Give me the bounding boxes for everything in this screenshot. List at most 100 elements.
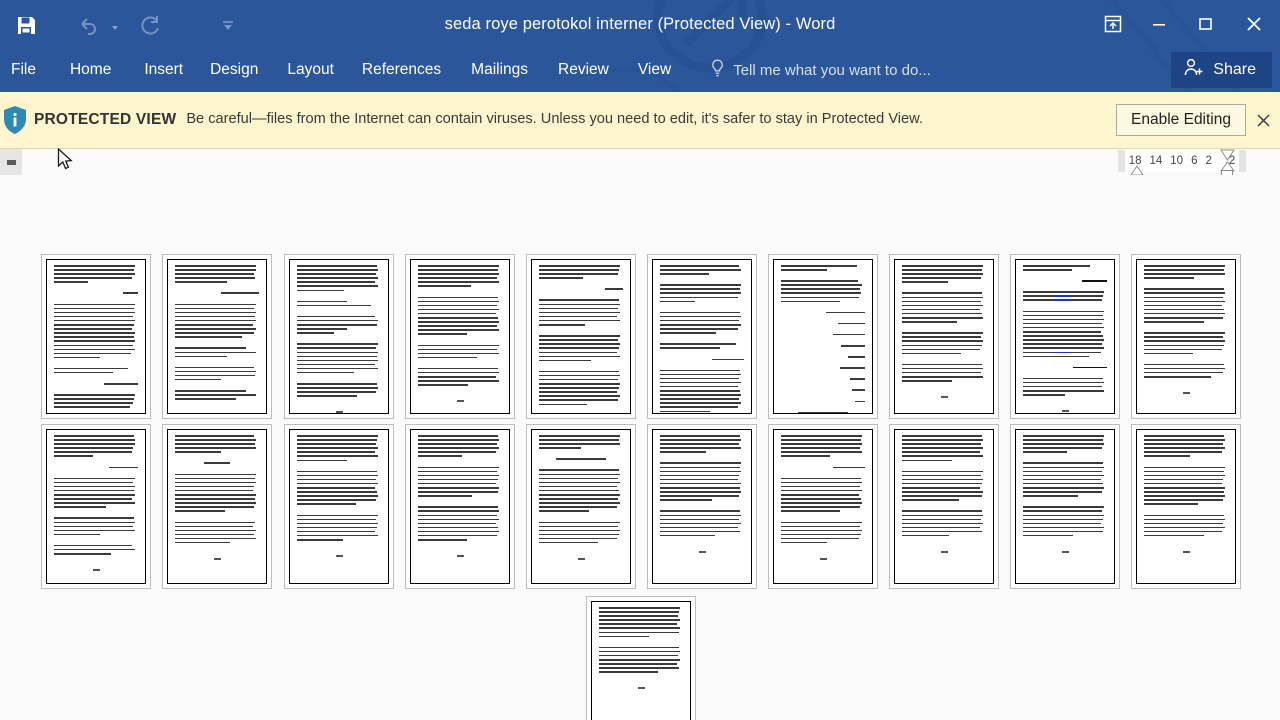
page-thumbnail[interactable] [41, 254, 151, 419]
page-thumbnail[interactable] [284, 254, 394, 419]
tab-stop-selector[interactable] [0, 149, 22, 175]
text-line [1023, 439, 1103, 441]
tab-insert[interactable]: Insert [144, 48, 183, 92]
text-line [54, 506, 107, 508]
text-line [54, 406, 130, 408]
text-line [1144, 300, 1225, 303]
tab-references[interactable]: References [362, 48, 441, 92]
text-line [833, 333, 865, 336]
text-line [54, 315, 133, 318]
tab-mailings[interactable]: Mailings [471, 48, 528, 92]
text-line [175, 281, 228, 283]
tab-view[interactable]: View [638, 48, 671, 92]
text-line [1144, 348, 1223, 351]
text-line [175, 529, 256, 532]
redo-icon[interactable] [130, 5, 170, 45]
text-line [902, 534, 950, 537]
tab-file[interactable]: File [11, 48, 36, 92]
ribbon-display-options-icon[interactable] [1090, 1, 1136, 47]
ribbon-tab-bar[interactable]: File Home Insert Design Layout Reference… [0, 48, 1280, 92]
text-line [175, 347, 246, 349]
page-thumbnail[interactable] [526, 424, 636, 589]
text-line [54, 548, 135, 551]
page-number-mark [456, 400, 464, 402]
tell-me-box[interactable]: Tell me what you want to do... [710, 48, 931, 92]
text-line [539, 359, 592, 362]
text-line [902, 273, 984, 275]
save-icon[interactable] [6, 5, 46, 45]
page-thumbnail[interactable] [284, 424, 394, 589]
text-line [418, 352, 500, 355]
text-line [54, 443, 136, 445]
window-controls[interactable] [1090, 0, 1280, 48]
text-line [604, 288, 623, 290]
text-line [902, 321, 958, 323]
minimize-icon[interactable] [1136, 1, 1182, 47]
tab-review[interactable]: Review [558, 48, 609, 92]
restore-icon[interactable] [1182, 1, 1228, 47]
text-line [902, 304, 983, 307]
page-thumbnail[interactable] [162, 254, 272, 419]
page-thumbnail[interactable] [1131, 424, 1241, 589]
text-line [539, 399, 618, 401]
text-line [781, 541, 828, 544]
text-line [781, 455, 830, 457]
page-thumbnail[interactable] [768, 254, 878, 419]
page-thumbnail[interactable] [586, 596, 696, 720]
text-line [175, 315, 255, 318]
customize-quick-access-toolbar-icon[interactable] [208, 5, 248, 45]
share-button[interactable]: Share [1171, 52, 1272, 88]
page-thumbnail[interactable] [162, 424, 272, 589]
page-thumbnail[interactable] [889, 254, 999, 419]
text-line [54, 265, 135, 267]
page-thumbnail[interactable] [41, 424, 151, 589]
tab-layout[interactable]: Layout [287, 48, 334, 92]
text-line [539, 498, 618, 500]
tab-design[interactable]: Design [210, 48, 258, 92]
text-line [1023, 299, 1102, 301]
text-line [833, 466, 865, 469]
undo-icon[interactable] [68, 5, 108, 45]
text-line [175, 355, 228, 358]
text-line [418, 443, 497, 445]
text-line [781, 498, 861, 500]
text-line [1023, 343, 1102, 345]
page-thumbnail[interactable] [405, 254, 515, 419]
page-thumbnail[interactable] [647, 424, 757, 589]
page-thumbnail[interactable] [1131, 254, 1241, 419]
text-line [54, 498, 133, 500]
text-line [418, 296, 498, 299]
tab-home[interactable]: Home [70, 48, 111, 92]
document-canvas[interactable] [0, 175, 1280, 720]
text-line [841, 345, 865, 347]
page-thumbnail[interactable] [889, 424, 999, 589]
ribbon-tabs[interactable]: File Home Insert Design Layout Reference… [0, 48, 931, 92]
close-banner-icon[interactable] [1246, 113, 1280, 128]
enable-editing-button[interactable]: Enable Editing [1116, 104, 1246, 136]
close-icon[interactable] [1228, 1, 1280, 47]
page-thumbnail[interactable] [1010, 424, 1120, 589]
text-line [54, 553, 112, 555]
text-line [1144, 474, 1226, 477]
page-thumbnail[interactable] [405, 424, 515, 589]
text-line [539, 481, 620, 484]
page-thumbnail[interactable] [768, 424, 878, 589]
text-line [175, 494, 256, 496]
text-line [175, 332, 254, 334]
page-thumbnail[interactable] [647, 254, 757, 419]
text-line [54, 332, 136, 334]
page-thumbnail[interactable] [526, 254, 636, 419]
text-line [297, 455, 378, 457]
text-line [418, 333, 467, 335]
quick-access-toolbar[interactable] [0, 0, 248, 48]
text-line [849, 378, 865, 380]
undo-dropdown-caret-icon[interactable] [108, 4, 122, 44]
page-thumbnail[interactable] [1010, 254, 1120, 419]
text-line [660, 292, 742, 294]
page-content [410, 429, 510, 584]
